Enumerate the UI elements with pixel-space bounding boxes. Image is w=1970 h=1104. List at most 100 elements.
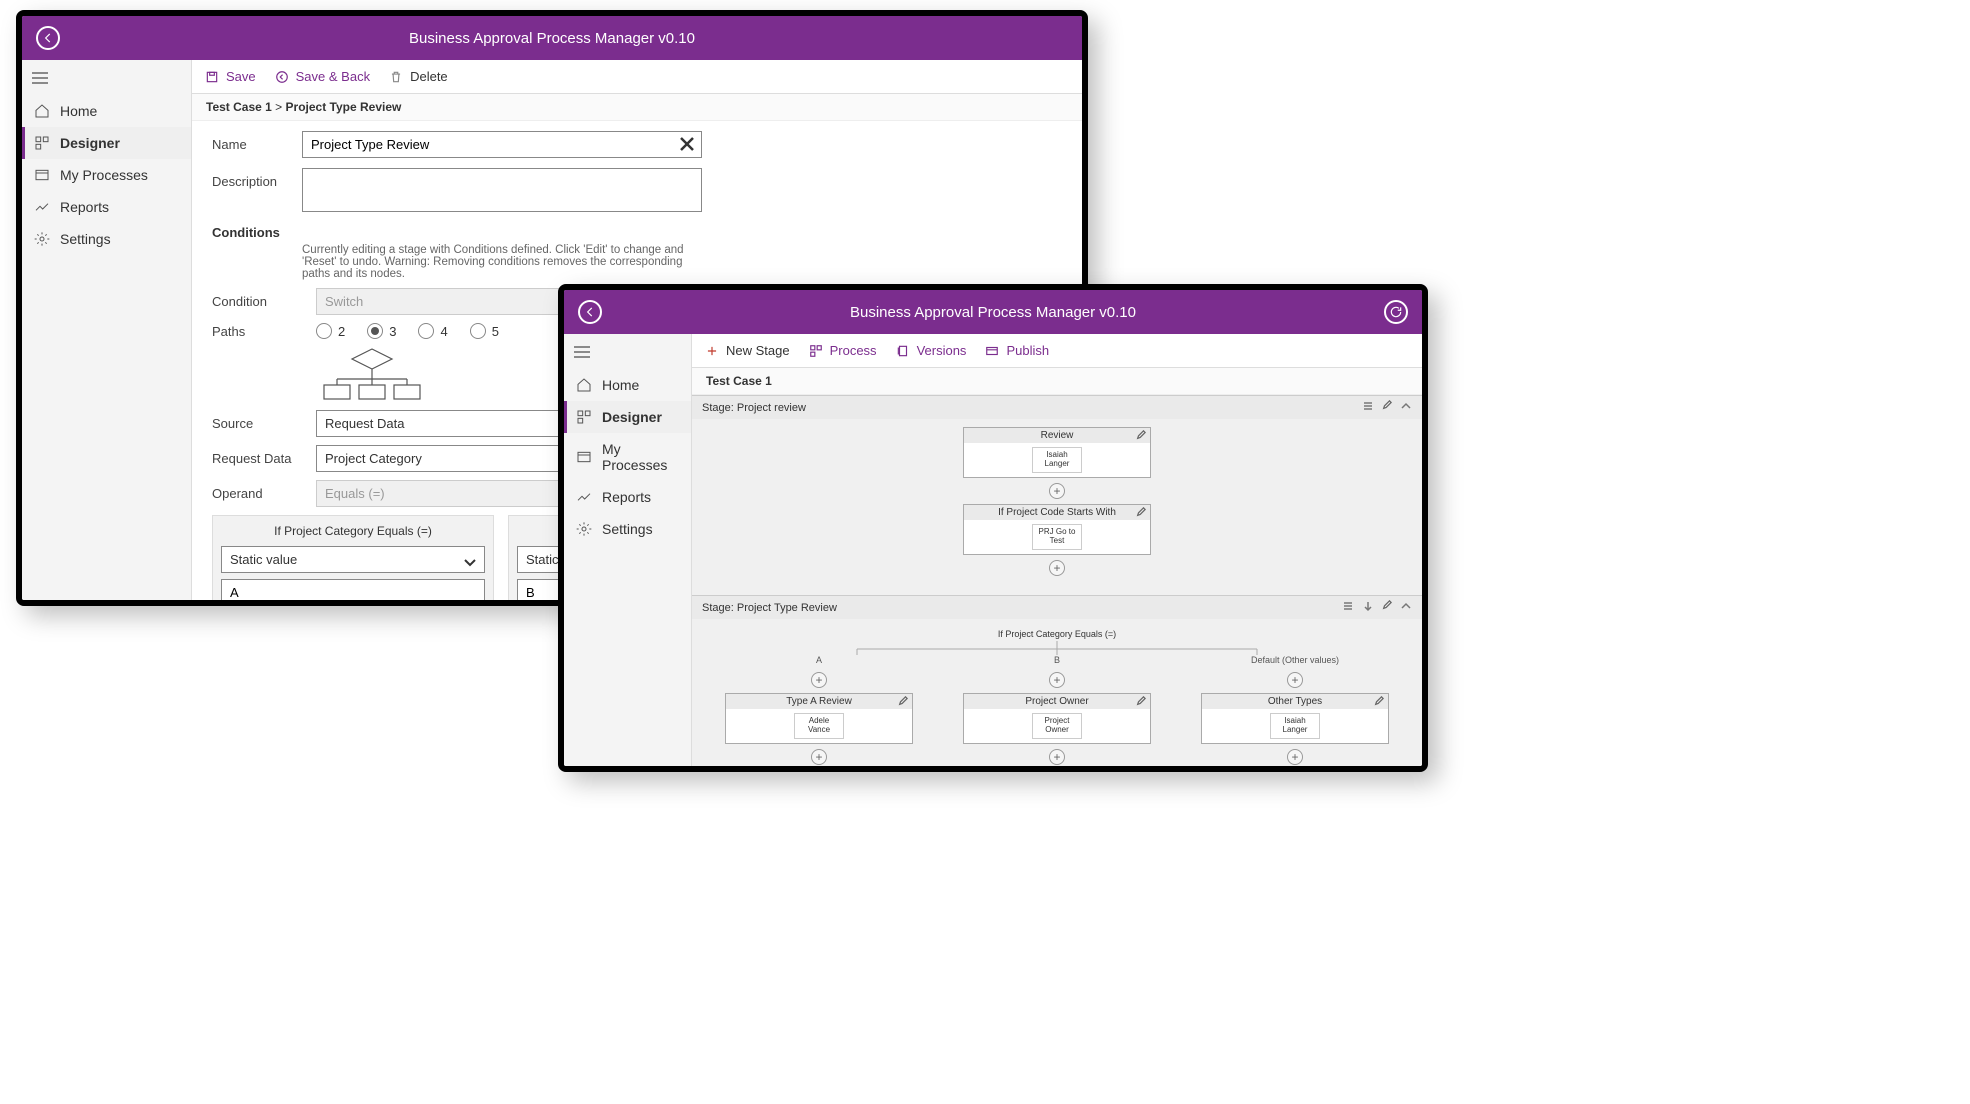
radio-3[interactable]: 3 [367,323,396,339]
label-operand: Operand [212,486,302,501]
switch-head: If Project Category Equals (=) [221,524,485,538]
sidebar-item-home[interactable]: Home [22,95,191,127]
label-description: Description [212,168,302,189]
publish-button[interactable]: Publish [984,343,1049,359]
sidebar-item-settings[interactable]: Settings [22,223,191,255]
reports-icon [34,199,50,215]
sidebar-item-myprocesses[interactable]: My Processes [22,159,191,191]
condition-chip: PRJ Go to Test [1032,524,1082,550]
description-input[interactable] [302,168,702,212]
pencil-icon[interactable] [898,696,908,709]
add-task-button[interactable]: + [811,672,827,688]
stage-project-type-review: Stage: Project Type Review If Project Ca… [692,595,1422,766]
pencil-icon[interactable] [1382,600,1392,615]
name-input[interactable] [302,131,702,158]
pencil-icon[interactable] [1382,400,1392,415]
add-task-button[interactable]: + [1287,672,1303,688]
trash-icon [388,69,404,85]
add-task-button[interactable]: + [1049,672,1065,688]
sidebar-label: Settings [602,521,653,537]
back-button[interactable] [36,26,60,50]
new-stage-button[interactable]: New Stage [704,343,790,359]
sidebar-item-designer[interactable]: Designer [564,401,691,433]
assignee-chip: Isaiah Langer [1032,447,1082,473]
label-reqdata: Request Data [212,451,302,466]
plus-icon [704,343,720,359]
pencil-icon[interactable] [1136,696,1146,709]
chevron-up-icon[interactable] [1400,400,1412,415]
sidebar-label: Home [602,377,639,393]
reports-icon [576,489,592,505]
sidebar-label: My Processes [60,167,148,183]
add-task-button[interactable]: + [1049,560,1065,576]
hamburger-icon[interactable] [564,338,691,369]
label-source: Source [212,416,302,431]
processes-icon [34,167,50,183]
gear-icon [34,231,50,247]
add-task-button[interactable]: + [1049,483,1065,499]
refresh-button[interactable] [1384,300,1408,324]
task-card-type-a[interactable]: Type A Review Adele Vance [725,693,913,744]
branch-b: B + Project Owner Project Owner + [963,655,1151,766]
task-card-review[interactable]: Review Isaiah Langer [963,427,1151,478]
conditions-hint: Currently editing a stage with Condition… [302,244,702,280]
task-card-other[interactable]: Other Types Isaiah Langer [1201,693,1389,744]
value-type-select[interactable]: Static value [221,546,485,573]
sidebar-item-reports[interactable]: Reports [564,481,691,513]
pencil-icon[interactable] [1374,696,1384,709]
stage-project-review: Stage: Project review Review [692,395,1422,595]
arrow-down-icon[interactable] [1362,600,1374,615]
sidebar-item-designer[interactable]: Designer [22,127,191,159]
conditions-heading: Conditions [212,225,1062,240]
sidebar-item-reports[interactable]: Reports [22,191,191,223]
window-canvas: Business Approval Process Manager v0.10 … [558,284,1428,772]
sidebar: Home Designer My Processes Reports Setti… [564,334,692,766]
designer-icon [576,409,592,425]
process-icon [808,343,824,359]
save-icon [204,69,220,85]
assignee-chip: Adele Vance [794,713,844,739]
save-back-button[interactable]: Save & Back [274,69,370,85]
branch-connector [797,641,1317,655]
radio-4[interactable]: 4 [418,323,447,339]
pencil-icon[interactable] [1136,507,1146,520]
titlebar: Business Approval Process Manager v0.10 [22,16,1082,60]
process-button[interactable]: Process [808,343,877,359]
add-task-button[interactable]: + [1287,749,1303,765]
pencil-icon[interactable] [1136,430,1146,443]
sidebar-label: Reports [60,199,109,215]
switch-value-a[interactable] [221,579,485,600]
home-icon [576,377,592,393]
versions-button[interactable]: Versions [895,343,967,359]
move-handle-icon[interactable] [1342,600,1354,615]
hamburger-icon[interactable] [22,64,191,95]
add-task-button[interactable]: + [1049,749,1065,765]
sidebar-item-myprocesses[interactable]: My Processes [564,433,691,481]
chevron-up-icon[interactable] [1400,600,1412,615]
task-card-owner[interactable]: Project Owner Project Owner [963,693,1151,744]
delete-button[interactable]: Delete [388,69,448,85]
sidebar-label: Designer [60,135,120,151]
radio-2[interactable]: 2 [316,323,345,339]
sidebar-item-settings[interactable]: Settings [564,513,691,545]
task-card-condition[interactable]: If Project Code Starts With PRJ Go to Te… [963,504,1151,555]
assignee-chip: Project Owner [1032,713,1082,739]
designer-icon [34,135,50,151]
save-button[interactable]: Save [204,69,256,85]
branch-condition-label: If Project Category Equals (=) [998,629,1116,639]
toolbar: Save Save & Back Delete [192,60,1082,94]
add-task-button[interactable]: + [811,749,827,765]
radio-5[interactable]: 5 [470,323,499,339]
gear-icon [576,521,592,537]
home-icon [34,103,50,119]
back-button[interactable] [578,300,602,324]
sidebar-label: My Processes [602,441,679,473]
branch-label-a: A [816,655,822,665]
publish-icon [984,343,1000,359]
branch-label-b: B [1054,655,1060,665]
sidebar-label: Reports [602,489,651,505]
move-handle-icon[interactable] [1362,400,1374,415]
clear-icon[interactable] [678,135,696,153]
assignee-chip: Isaiah Langer [1270,713,1320,739]
sidebar-item-home[interactable]: Home [564,369,691,401]
